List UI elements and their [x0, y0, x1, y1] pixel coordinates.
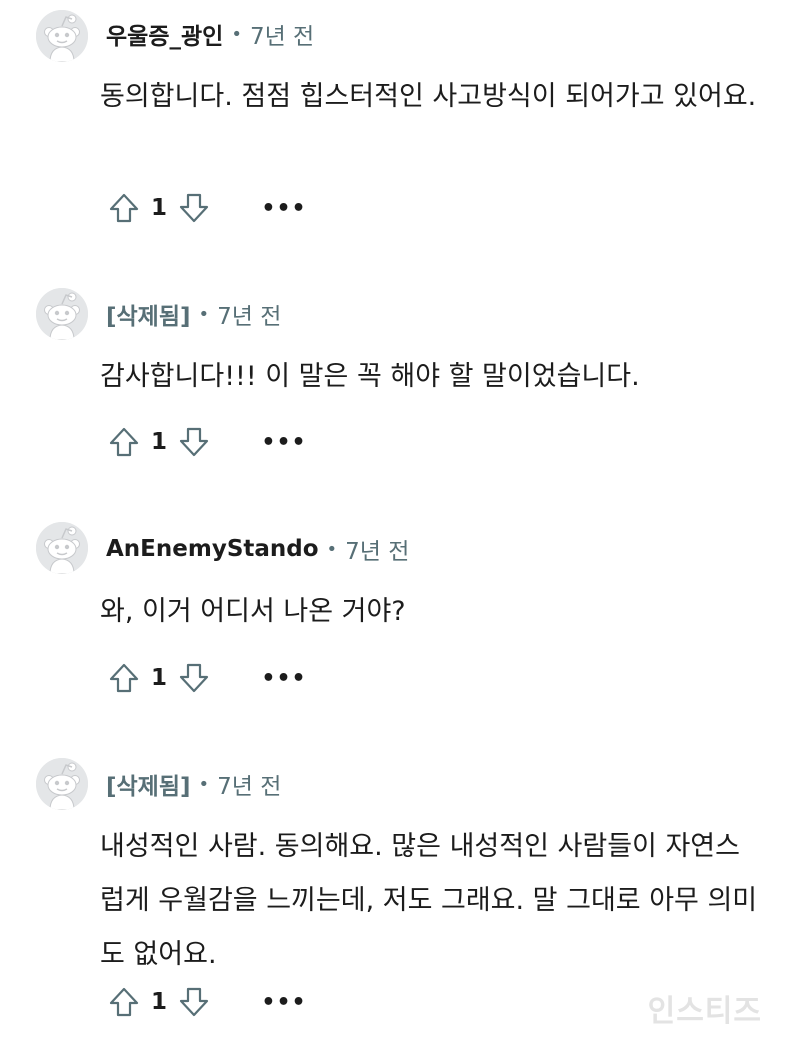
downvote-arrow-icon[interactable] [176, 660, 212, 696]
comment-timestamp[interactable]: 7년 전 [217, 297, 281, 331]
vote-score: 1 [150, 989, 167, 1015]
comment-body: 와, 이거 어디서 나온 거야? [100, 596, 406, 627]
vote-score: 1 [150, 665, 167, 691]
snoo-avatar-icon[interactable] [36, 288, 88, 340]
comment-author[interactable]: AnEnemyStando [106, 536, 319, 562]
comment-timestamp[interactable]: 7년 전 [250, 17, 314, 51]
snoo-avatar-icon[interactable] [36, 10, 88, 62]
comment-body: 동의합니다. 점점 힙스터적인 사고방식이 되어가고 있어요. [100, 81, 757, 112]
watermark: 인스티즈 [647, 994, 762, 1029]
more-options-icon[interactable]: ••• [261, 984, 305, 1020]
snoo-avatar-icon[interactable] [36, 758, 88, 810]
downvote-arrow-icon[interactable] [176, 424, 212, 460]
meta-separator: • [231, 23, 242, 45]
comment-body: 내성적인 사람. 동의해요. 많은 내성적인 사람들이 자연스럽게 우월감을 느… [100, 831, 758, 970]
comment-meta: 우울증_광인 • 7년 전 [106, 17, 314, 51]
comment-actions: 1 ••• [106, 656, 306, 700]
comment-actions: 1 ••• [106, 420, 306, 464]
upvote-arrow-icon[interactable] [106, 660, 142, 696]
comment-actions: 1 ••• [106, 186, 306, 230]
upvote-arrow-icon[interactable] [106, 984, 142, 1020]
meta-separator: • [326, 538, 338, 560]
more-options-icon[interactable]: ••• [261, 424, 305, 460]
comment-actions: 1 ••• [106, 980, 306, 1024]
comment-timestamp[interactable]: 7년 전 [345, 532, 409, 566]
comment-author: [삭제됨] [106, 304, 191, 330]
vote-score: 1 [150, 195, 167, 221]
vote-score: 1 [150, 429, 167, 455]
upvote-arrow-icon[interactable] [106, 424, 142, 460]
comment-author: [삭제됨] [106, 774, 191, 800]
meta-separator: • [198, 773, 210, 795]
meta-separator: • [198, 303, 210, 325]
upvote-arrow-icon[interactable] [106, 190, 142, 226]
comment-author[interactable]: 우울증_광인 [106, 17, 223, 51]
more-options-icon[interactable]: ••• [261, 660, 305, 696]
comment-timestamp[interactable]: 7년 전 [217, 767, 281, 801]
downvote-arrow-icon[interactable] [176, 190, 212, 226]
downvote-arrow-icon[interactable] [176, 984, 212, 1020]
more-options-icon[interactable]: ••• [261, 190, 305, 226]
comment-meta: [삭제됨] • 7년 전 [106, 297, 281, 331]
comment-body: 감사합니다!!! 이 말은 꼭 해야 할 말이었습니다. [100, 361, 640, 392]
comment-meta: [삭제됨] • 7년 전 [106, 767, 281, 801]
comment-meta: AnEnemyStando • 7년 전 [106, 533, 409, 565]
snoo-avatar-icon[interactable] [36, 522, 88, 574]
